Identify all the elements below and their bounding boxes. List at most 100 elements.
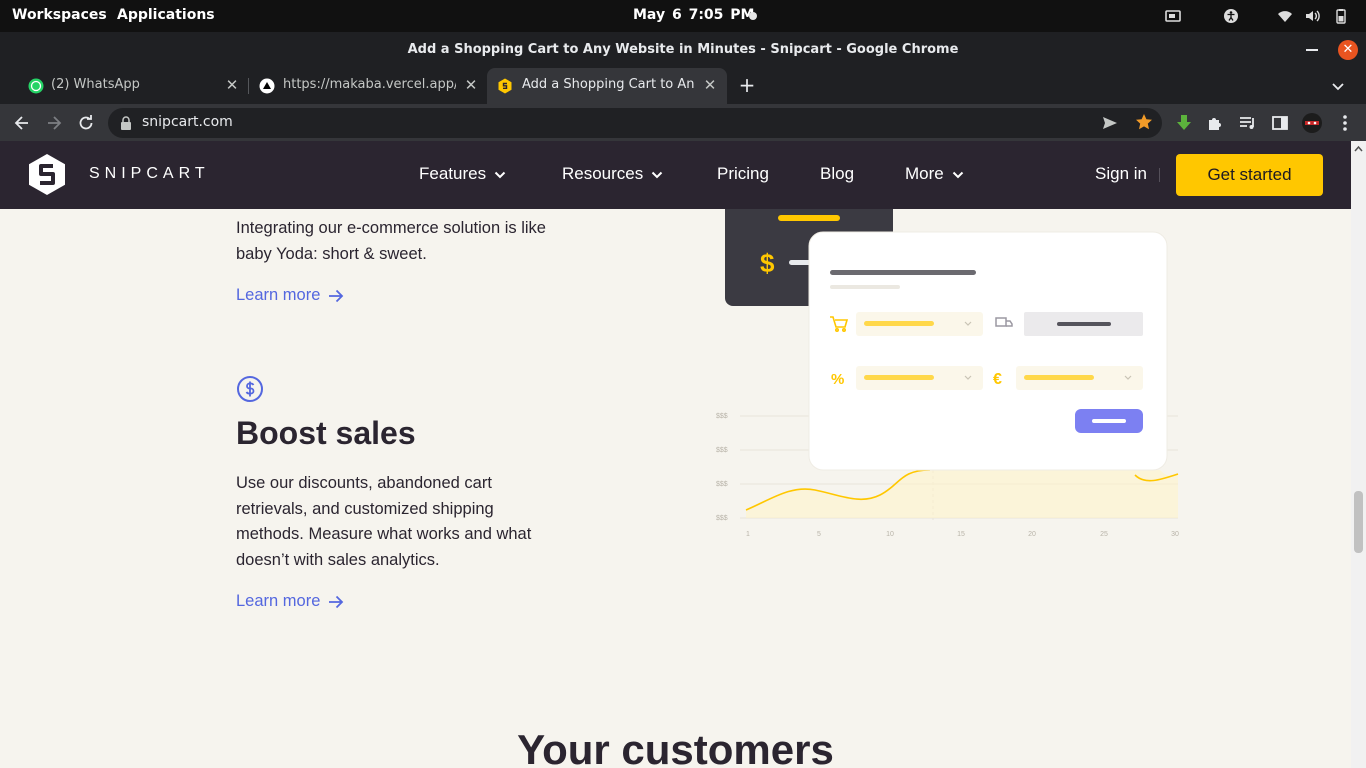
snipcart-icon bbox=[498, 78, 512, 94]
workspaces-menu[interactable]: Workspaces bbox=[12, 7, 107, 23]
text-line: doesn’t with sales analytics. bbox=[236, 550, 440, 569]
get-started-button[interactable]: Get started bbox=[1176, 154, 1323, 196]
notification-dot-icon bbox=[749, 12, 757, 20]
nav-resources[interactable]: Resources bbox=[562, 164, 663, 184]
tab-whatsapp[interactable]: (2) WhatsApp ✕ bbox=[8, 68, 248, 104]
text-line: methods. Measure what works and what bbox=[236, 525, 532, 543]
extensions-puzzle-icon[interactable] bbox=[1206, 113, 1226, 133]
window-title-bar: Add a Shopping Cart to Any Website in Mi… bbox=[0, 32, 1366, 68]
chevron-down-icon bbox=[952, 171, 963, 178]
percent-symbol: % bbox=[831, 371, 844, 388]
close-tab-icon[interactable]: ✕ bbox=[701, 76, 719, 94]
media-queue-icon[interactable] bbox=[1238, 113, 1258, 133]
new-tab-button[interactable]: + bbox=[737, 75, 757, 95]
x-tick-label: 20 bbox=[1028, 531, 1036, 538]
scroll-up-arrow-icon[interactable] bbox=[1354, 144, 1363, 153]
applications-menu[interactable]: Applications bbox=[117, 7, 215, 23]
scrollbar-thumb[interactable] bbox=[1354, 491, 1363, 553]
integrate-learn-more-link[interactable]: Learn more bbox=[236, 286, 344, 305]
chevron-down-icon bbox=[494, 171, 506, 178]
tab-separator bbox=[248, 78, 249, 94]
y-tick-label: $$$ bbox=[716, 515, 728, 522]
nav-label: Features bbox=[419, 164, 487, 183]
reload-icon[interactable] bbox=[76, 113, 96, 133]
close-window-button[interactable]: ✕ bbox=[1338, 40, 1358, 60]
y-tick-label: $$$ bbox=[716, 481, 728, 488]
logo-wordmark[interactable]: SNIPCART bbox=[89, 165, 210, 183]
x-tick-label: 10 bbox=[886, 531, 894, 538]
nav-more[interactable]: More bbox=[905, 164, 964, 184]
your-customers-heading: Your customers bbox=[517, 726, 834, 768]
browser-menu-icon[interactable] bbox=[1335, 113, 1355, 133]
accessibility-icon[interactable] bbox=[1223, 8, 1239, 24]
date-label: May 6 bbox=[633, 7, 682, 23]
integrate-description: Integrating our e-commerce solution is l… bbox=[236, 216, 546, 267]
text-line: Integrating our e-commerce solution is l… bbox=[236, 219, 546, 237]
euro-symbol: € bbox=[993, 371, 1002, 388]
boost-description: Use our discounts, abandoned cart retrie… bbox=[236, 471, 531, 573]
nav-blog[interactable]: Blog bbox=[820, 164, 854, 184]
volume-icon[interactable] bbox=[1304, 8, 1320, 24]
arrow-right-icon bbox=[329, 289, 344, 302]
side-panel-icon[interactable] bbox=[1270, 113, 1290, 133]
forward-icon[interactable] bbox=[44, 113, 64, 133]
back-icon[interactable] bbox=[12, 113, 32, 133]
text-line: baby Yoda: short & sweet. bbox=[236, 244, 427, 263]
dollar-circle-icon bbox=[237, 376, 263, 402]
text-line: retrievals, and customized shipping bbox=[236, 499, 494, 518]
x-tick-label: 1 bbox=[746, 531, 750, 538]
wifi-icon[interactable] bbox=[1277, 8, 1293, 24]
nav-features[interactable]: Features bbox=[419, 164, 506, 184]
nav-label: More bbox=[905, 164, 944, 183]
snipcart-logo-icon[interactable] bbox=[27, 153, 67, 196]
browser-toolbar: snipcart.com bbox=[0, 104, 1366, 141]
url-text: snipcart.com bbox=[142, 114, 233, 130]
x-tick-label: 15 bbox=[957, 531, 965, 538]
tab-label: Add a Shopping Cart to Any W bbox=[522, 77, 694, 92]
y-tick-label: $$$ bbox=[716, 447, 728, 454]
profile-avatar[interactable] bbox=[1302, 113, 1322, 133]
tab-snipcart[interactable]: Add a Shopping Cart to Any W ✕ bbox=[487, 68, 727, 104]
tab-label: https://makaba.vercel.app/st bbox=[283, 77, 456, 92]
tab-makaba[interactable]: https://makaba.vercel.app/st ✕ bbox=[250, 68, 486, 104]
text-line: Use our discounts, abandoned cart bbox=[236, 474, 492, 492]
chart-y-axis: $$$ $$$ $$$ $$$ bbox=[716, 413, 728, 522]
clock[interactable]: May 6 7:05 PM bbox=[633, 7, 754, 23]
vercel-icon bbox=[259, 78, 275, 94]
site-header: SNIPCART Features Resources Pricing Blog… bbox=[0, 141, 1351, 209]
lock-icon[interactable] bbox=[120, 116, 132, 130]
minimize-button[interactable] bbox=[1306, 49, 1318, 51]
y-tick-label: $$$ bbox=[716, 413, 728, 420]
boost-learn-more-link[interactable]: Learn more bbox=[236, 592, 344, 611]
chevron-down-icon bbox=[652, 171, 663, 178]
x-tick-label: 5 bbox=[817, 531, 821, 538]
tab-label: (2) WhatsApp bbox=[51, 77, 140, 92]
nav-pricing[interactable]: Pricing bbox=[717, 164, 769, 184]
sales-area bbox=[746, 470, 1178, 518]
chart-x-axis: 1 5 10 15 20 25 30 bbox=[746, 531, 1179, 538]
dollar-symbol: $ bbox=[760, 248, 775, 278]
sign-in-link[interactable]: Sign in bbox=[1095, 164, 1147, 184]
settings-card: % € bbox=[808, 231, 1168, 471]
tab-search-chevron-icon[interactable] bbox=[1330, 78, 1346, 94]
close-tab-icon[interactable]: ✕ bbox=[223, 76, 241, 94]
x-tick-label: 25 bbox=[1100, 531, 1108, 538]
sales-dashboard-illustration: $$$ $$$ $$$ $$$ 1 5 10 15 20 25 30 $ % € bbox=[716, 209, 1179, 538]
x-tick-label: 30 bbox=[1171, 531, 1179, 538]
download-extension-icon[interactable] bbox=[1174, 113, 1194, 133]
boost-sales-heading: Boost sales bbox=[236, 415, 416, 451]
os-top-bar: Workspaces Applications May 6 7:05 PM bbox=[0, 0, 1366, 32]
screen-share-icon[interactable] bbox=[1165, 8, 1181, 24]
battery-icon[interactable] bbox=[1333, 8, 1349, 24]
time-label: 7:05 PM bbox=[688, 7, 755, 23]
close-tab-icon[interactable]: ✕ bbox=[462, 76, 480, 94]
bookmark-star-icon[interactable] bbox=[1134, 112, 1154, 132]
arrow-right-icon bbox=[329, 595, 344, 608]
nav-divider bbox=[1159, 168, 1160, 182]
link-label: Learn more bbox=[236, 286, 321, 304]
tab-strip: (2) WhatsApp ✕ https://makaba.vercel.app… bbox=[0, 68, 1366, 104]
whatsapp-icon bbox=[28, 78, 44, 94]
address-bar[interactable]: snipcart.com bbox=[108, 108, 1162, 138]
page-scrollbar[interactable] bbox=[1351, 141, 1366, 768]
send-to-devices-icon[interactable] bbox=[1102, 115, 1118, 131]
